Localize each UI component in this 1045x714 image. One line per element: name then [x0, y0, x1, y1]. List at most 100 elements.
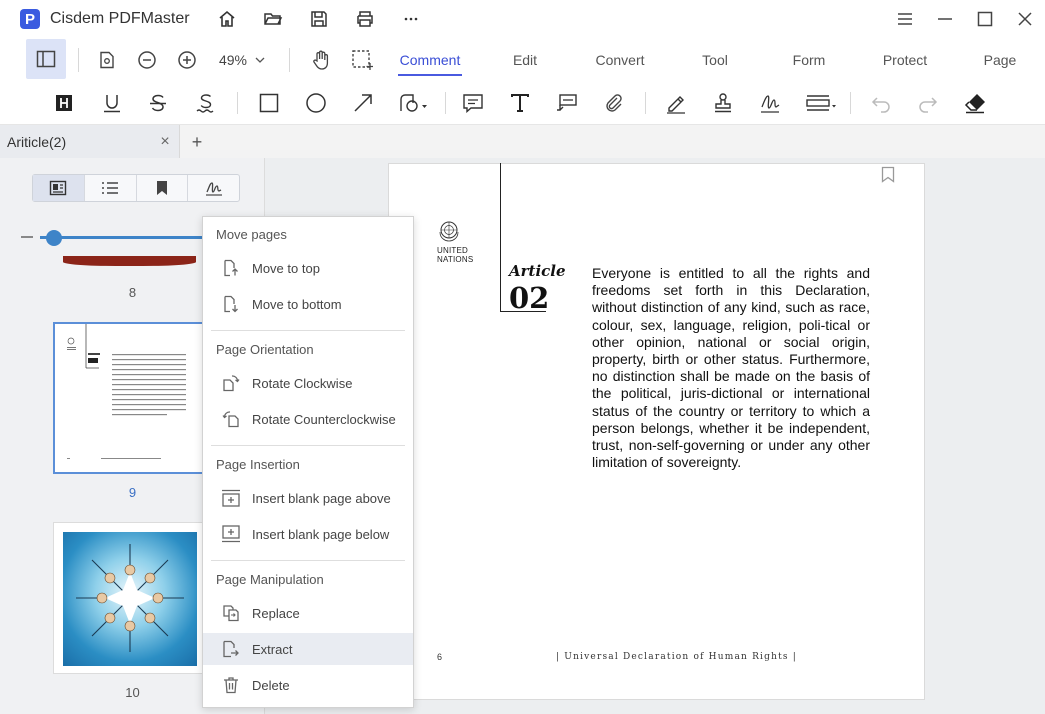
callout-icon[interactable] — [551, 82, 583, 124]
zoom-out-icon[interactable] — [135, 38, 159, 82]
document-tab[interactable]: Ariticle(2) × — [0, 125, 180, 159]
minimize-icon[interactable] — [925, 0, 965, 38]
maximize-icon[interactable] — [965, 0, 1005, 38]
redo-icon[interactable] — [912, 82, 944, 124]
print-icon[interactable] — [342, 0, 388, 38]
note-icon[interactable] — [457, 82, 489, 124]
menu-item-rotate-clockwise[interactable]: Rotate Clockwise — [203, 367, 413, 399]
shapes-icon[interactable] — [396, 82, 432, 124]
un-label: UNITED NATIONS — [437, 246, 473, 264]
menu-label: Move to top — [252, 260, 320, 276]
menu-item-insert-blank-below[interactable]: Insert blank page below — [203, 518, 413, 550]
add-tab-icon[interactable]: + — [186, 125, 208, 159]
highlight-icon[interactable] — [48, 82, 80, 124]
app-title: Cisdem PDFMaster — [50, 10, 190, 27]
close-window-icon[interactable] — [1005, 0, 1045, 38]
menu-label: Move to bottom — [252, 296, 342, 312]
thumbnails-view-icon[interactable] — [33, 175, 85, 201]
menu-label: Rotate Counterclockwise — [252, 411, 396, 427]
underline-icon[interactable] — [96, 82, 128, 124]
page-10-illustration — [63, 532, 197, 666]
page-8-thumbnail[interactable] — [63, 256, 196, 266]
menu-section-page-manipulation: Page Manipulation — [216, 572, 324, 587]
attachment-icon[interactable] — [598, 82, 630, 124]
form-field-icon[interactable] — [802, 82, 840, 124]
move-to-bottom-icon — [221, 294, 241, 314]
page-context-menu: Move pages Move to top Move to bottom Pa… — [202, 216, 414, 708]
menu-item-insert-blank-above[interactable]: Insert blank page above — [203, 482, 413, 514]
zoom-value: 49% — [218, 52, 248, 68]
menu-item-replace[interactable]: Replace — [203, 597, 413, 629]
tab-form[interactable]: Form — [786, 38, 832, 82]
tab-page[interactable]: Page — [978, 38, 1022, 82]
tab-tool[interactable]: Tool — [694, 38, 736, 82]
document-tabstrip: Ariticle(2) × + — [0, 124, 1045, 159]
home-icon[interactable] — [204, 0, 250, 38]
article-number: 02 — [509, 281, 550, 315]
save-icon[interactable] — [296, 0, 342, 38]
pencil-icon[interactable] — [660, 82, 692, 124]
outline-view-icon[interactable] — [85, 175, 137, 201]
tab-protect[interactable]: Protect — [876, 38, 934, 82]
menu-item-move-to-top[interactable]: Move to top — [203, 252, 413, 284]
stamp-icon[interactable] — [707, 82, 739, 124]
squiggly-icon[interactable] — [190, 82, 222, 124]
document-tab-label: Ariticle(2) — [7, 134, 67, 150]
menu-section-move-pages: Move pages — [216, 227, 287, 242]
slider-handle[interactable] — [46, 230, 62, 246]
more-icon[interactable] — [388, 0, 434, 38]
trash-icon — [221, 675, 241, 695]
un-label-line2: NATIONS — [437, 255, 474, 264]
move-to-top-icon — [221, 258, 241, 278]
menu-item-move-to-bottom[interactable]: Move to bottom — [203, 288, 413, 320]
menu-label: Replace — [252, 605, 300, 621]
zoom-select[interactable]: 49% — [212, 38, 272, 82]
undo-icon[interactable] — [865, 82, 897, 124]
menu-label: Insert blank page above — [252, 490, 391, 506]
article-body: Everyone is entitled to all the rights a… — [592, 265, 870, 471]
tab-edit[interactable]: Edit — [504, 38, 546, 82]
eraser-icon[interactable] — [959, 82, 991, 124]
menu-item-extract[interactable]: Extract — [203, 633, 413, 665]
menu-section-page-orientation: Page Orientation — [216, 342, 314, 357]
arrow-icon[interactable] — [347, 82, 379, 124]
menu-item-rotate-counterclockwise[interactable]: Rotate Counterclockwise — [203, 403, 413, 435]
annotation-toolbar — [0, 82, 1045, 124]
strikethrough-icon[interactable] — [142, 82, 174, 124]
bookmark-view-icon[interactable] — [137, 175, 189, 201]
main-toolbar: 49% Comment Edit Convert Tool Form Prote… — [0, 38, 1045, 82]
area-select-icon[interactable] — [349, 38, 375, 82]
panel-view-switcher — [32, 174, 240, 202]
ellipse-icon[interactable] — [300, 82, 332, 124]
menu-label: Insert blank page below — [252, 526, 390, 542]
menu-icon[interactable] — [885, 0, 925, 38]
app-logo-icon: P — [20, 9, 40, 29]
menu-section-page-insertion: Page Insertion — [216, 457, 300, 472]
signature-view-icon[interactable] — [188, 175, 239, 201]
close-tab-icon[interactable]: × — [151, 133, 179, 151]
sidebar-toggle-icon[interactable] — [26, 39, 66, 79]
menu-separator — [211, 445, 405, 446]
rectangle-icon[interactable] — [253, 82, 285, 124]
page-10-thumbnail[interactable] — [53, 522, 205, 674]
thumbnail-zoom-out[interactable] — [21, 236, 33, 238]
insert-above-icon — [221, 488, 241, 508]
page-setting-icon[interactable] — [96, 38, 118, 82]
article-heading: Article — [509, 262, 566, 280]
menu-item-delete[interactable]: Delete — [203, 669, 413, 701]
article-rule-vertical — [500, 163, 501, 312]
un-emblem-icon — [437, 219, 461, 248]
signature-icon[interactable] — [754, 82, 786, 124]
page-footer-title: | Universal Declaration of Human Rights … — [556, 652, 798, 662]
tab-comment[interactable]: Comment — [398, 38, 462, 82]
text-icon[interactable] — [504, 82, 536, 124]
bookmark-icon[interactable] — [881, 166, 895, 188]
tab-convert[interactable]: Convert — [590, 38, 650, 82]
thumbnail-size-slider[interactable] — [40, 236, 210, 239]
title-bar: P Cisdem PDFMaster — [0, 0, 1045, 38]
open-folder-icon[interactable] — [250, 0, 296, 38]
un-label-line1: UNITED — [437, 246, 468, 255]
page-9-thumbnail[interactable] — [53, 322, 205, 474]
hand-tool-icon[interactable] — [308, 38, 334, 82]
zoom-in-icon[interactable] — [175, 38, 199, 82]
